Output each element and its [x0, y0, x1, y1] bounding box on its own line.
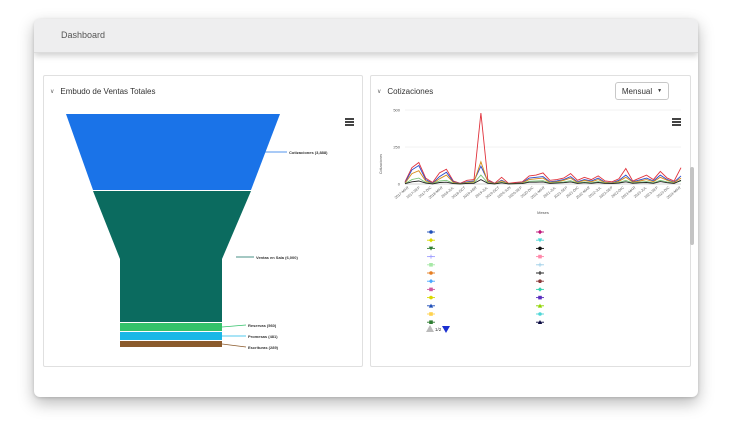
funnel-label-promesas: Promesas (481): [248, 334, 278, 339]
legend-marker-diamond: [428, 279, 434, 284]
legend-marker-square: [429, 312, 433, 316]
y-tick-label: 500: [393, 108, 400, 113]
legend-marker-square: [429, 263, 433, 267]
legend-marker-square: [429, 320, 433, 324]
legend-marker-diamond: [537, 229, 543, 235]
quotes-line-chart: 0250500 Cotizaciones 2017-MAR2017-SEP201…: [379, 108, 682, 333]
quotes-panel: ∨ Cotizaciones Mensual ▼ 0 250 500 Cotizac…: [370, 75, 691, 367]
funnel-label-cotizaciones: Cotizaciones (3,888): [289, 150, 328, 155]
funnel-label-escrituras: Escrituras (289): [248, 345, 279, 350]
period-select-value: Mensual: [621, 86, 653, 96]
funnel-stage-cotizaciones: [66, 114, 280, 190]
legend-marker-circle: [429, 230, 433, 234]
scrollbar-thumb[interactable]: [690, 167, 694, 245]
page-title: Dashboard: [61, 30, 106, 40]
legend-marker-diamond: [428, 238, 434, 243]
chevron-down-icon[interactable]: ∨: [50, 88, 54, 95]
pager-next-icon: [442, 326, 450, 333]
legend-marker-square: [429, 287, 433, 292]
funnel-label-ventas: Ventas en Sala (6,000): [256, 255, 298, 260]
funnel-panel: ∨ Embudo de Ventas Totales Cotizaciones …: [43, 75, 363, 367]
funnel-stage-reservas: [120, 323, 222, 331]
funnel-stage-ventas: [93, 191, 251, 322]
quotes-panel-title: Cotizaciones: [387, 86, 434, 96]
funnel-chart: Cotizaciones (3,888) Ventas en Sala (6,0…: [66, 114, 328, 350]
legend-pager[interactable]: 1/2: [426, 325, 450, 333]
legend-marker-circle: [538, 246, 542, 251]
funnel-connector-reservas: [221, 324, 247, 328]
funnel-panel-title: Embudo de Ventas Totales: [60, 86, 156, 96]
legend-marker-square: [538, 254, 542, 259]
pager-text: 1/2: [435, 327, 442, 332]
period-select[interactable]: Mensual ▼: [615, 82, 669, 100]
legend-marker-circle: [538, 312, 542, 316]
y-tick-label: 0: [398, 182, 401, 187]
pager-prev-icon: [426, 325, 434, 332]
legend-marker-diamond: [537, 287, 543, 292]
legend-marker-square: [538, 295, 542, 300]
quotes-panel-header[interactable]: ∨ Cotizaciones: [377, 84, 433, 98]
funnel-stage-promesas: [120, 332, 222, 340]
y-tick-label: 250: [393, 145, 400, 150]
funnel-stage-escrituras: [120, 341, 222, 347]
y-axis-label: Cotizaciones: [379, 154, 383, 174]
funnel-connector-escrituras: [221, 343, 247, 348]
legend-marker-cross: [538, 262, 542, 267]
legend-marker-circle: [429, 295, 433, 300]
legend-marker-cross: [538, 271, 542, 275]
top-bar: Dashboard: [34, 19, 698, 53]
chevron-down-icon[interactable]: ∨: [377, 88, 381, 95]
dashboard-window: Dashboard ∨ Embudo de Ventas Totales Cot…: [34, 19, 698, 397]
caret-down-icon: ▼: [657, 88, 663, 94]
funnel-label-reservas: Reservas (560): [248, 323, 277, 328]
funnel-panel-header[interactable]: ∨ Embudo de Ventas Totales: [50, 84, 155, 98]
legend-marker-circle: [538, 279, 542, 283]
legend-marker-cross: [429, 254, 433, 259]
x-axis-label: Meses: [537, 210, 549, 215]
legend-marker-circle: [429, 271, 433, 275]
